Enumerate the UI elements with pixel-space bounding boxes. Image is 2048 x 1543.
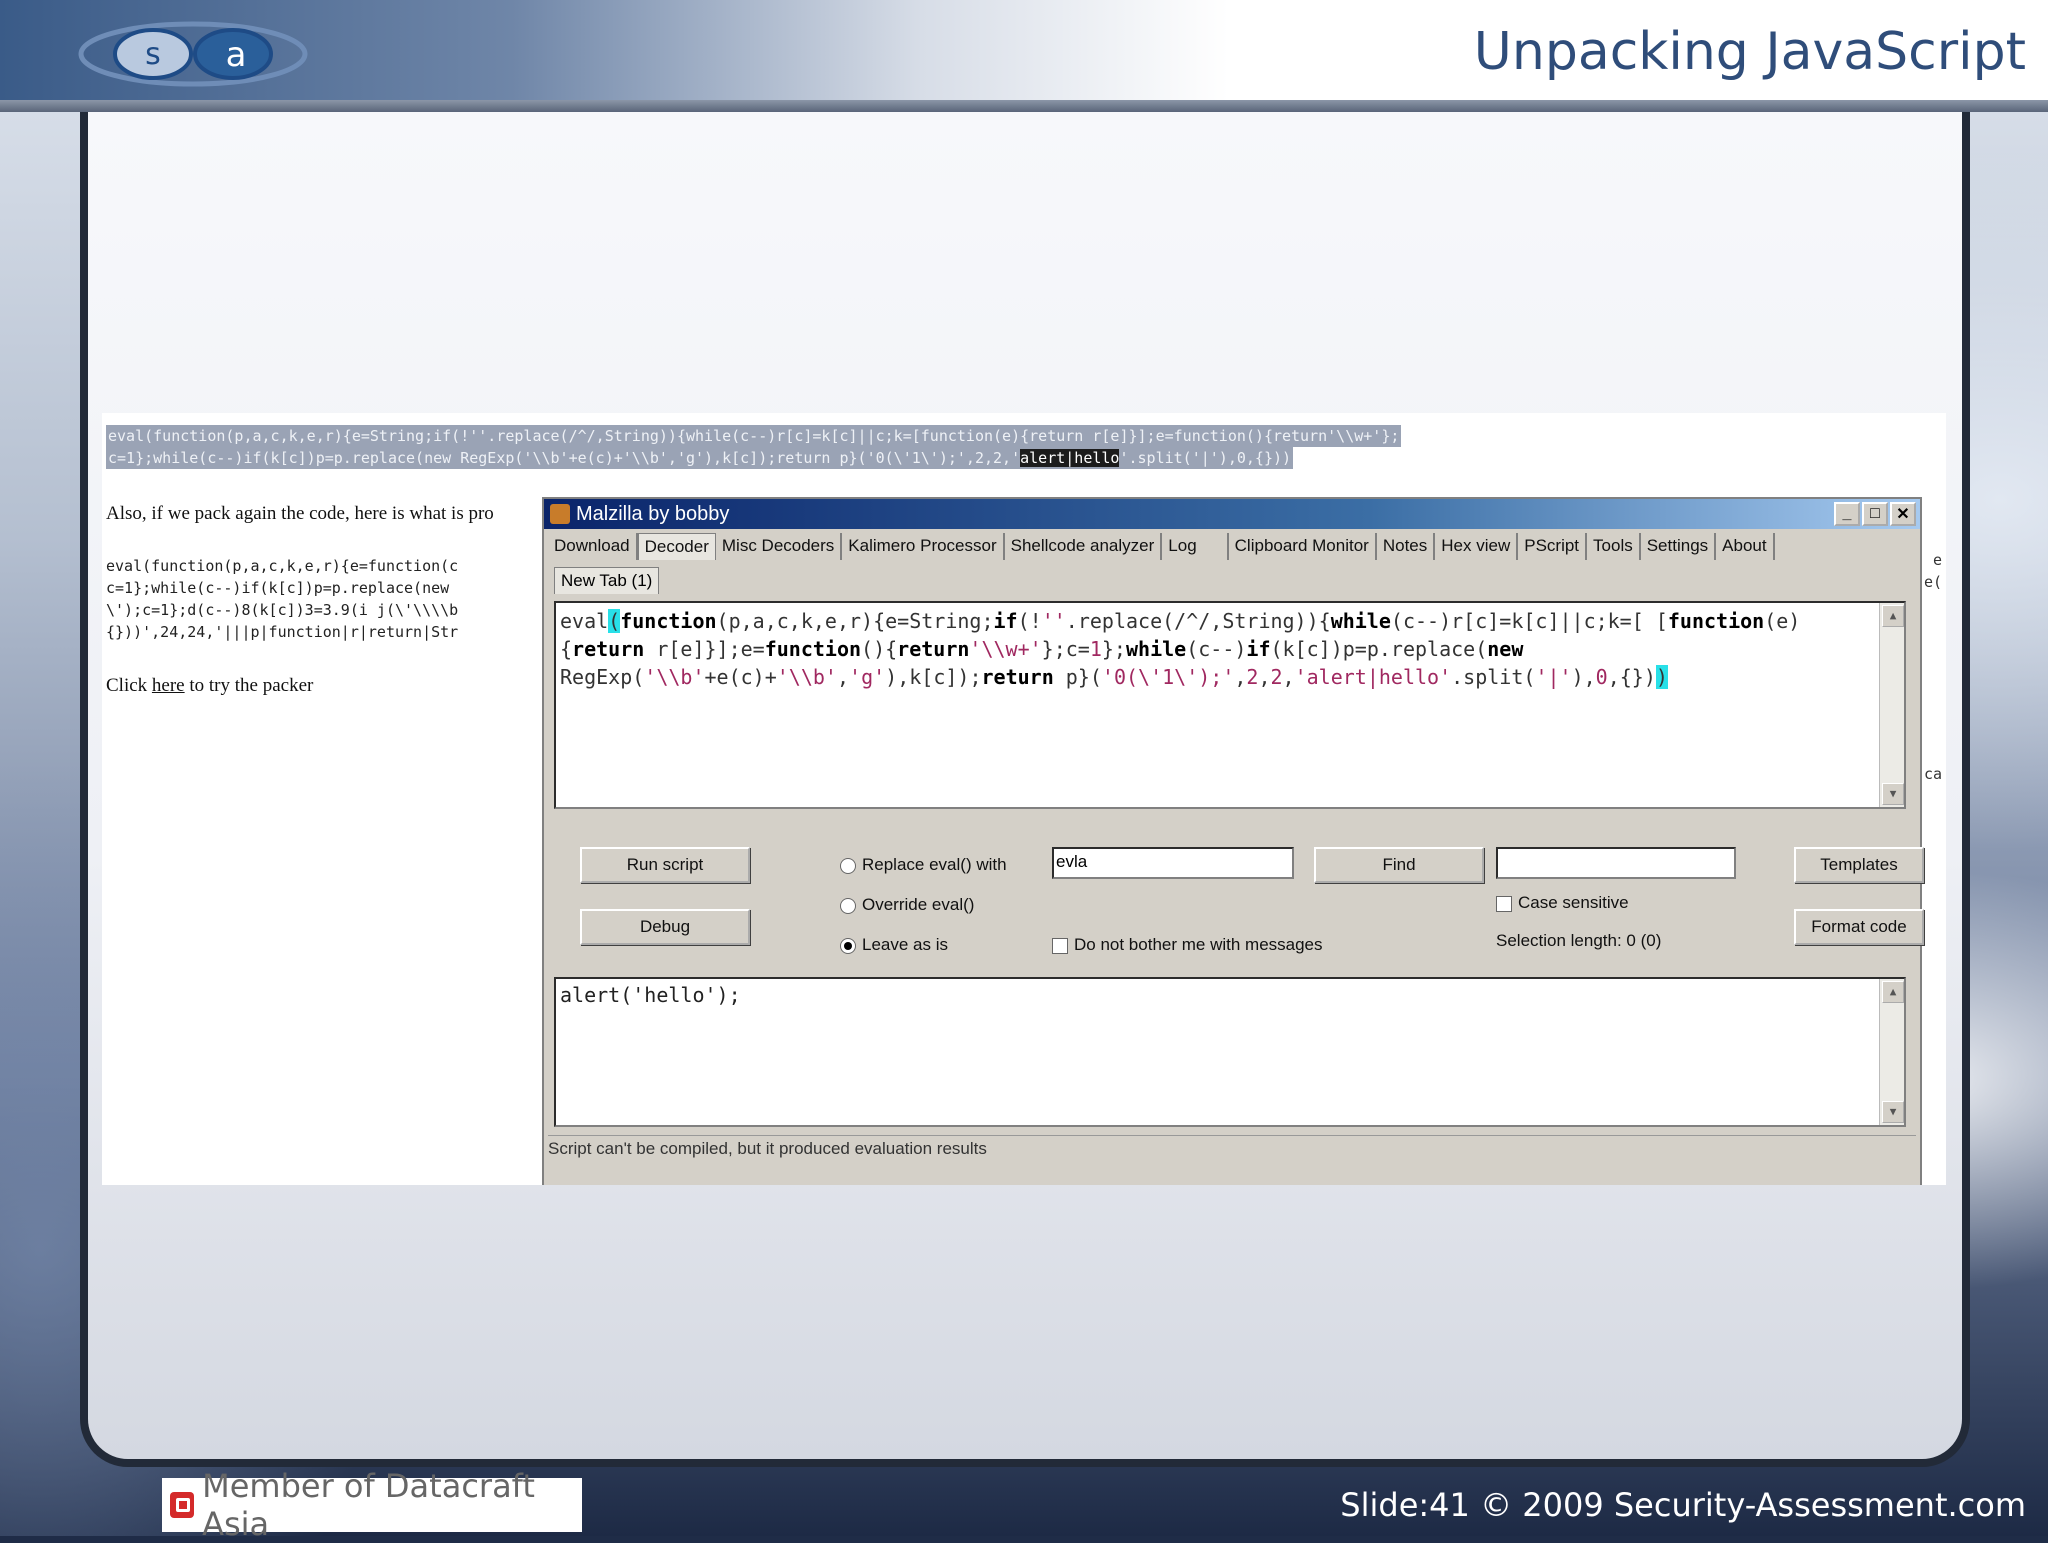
scroll-up-icon[interactable]: ▲ [1882,605,1904,627]
output-text: alert('hello'); [560,983,741,1007]
scroll-down-icon[interactable]: ▼ [1882,1101,1904,1123]
maximize-button[interactable]: □ [1862,502,1888,526]
templates-button[interactable]: Templates [1794,847,1924,883]
click-suffix: to try the packer [184,675,314,696]
logo-letter-a: a [226,35,247,75]
slide-title: Unpacking JavaScript [1473,22,2026,82]
tab-pscript[interactable]: PScript [1518,533,1588,560]
radio-override-label: Override eval() [862,895,975,914]
selection-length: Selection length: 0 (0) [1496,931,1662,950]
repacked-line: {}))',24,24,'|||p|function|r|return|Str [106,623,459,641]
radio-icon [840,897,856,914]
screenshot-area: eval(function(p,a,c,k,e,r){e=String;if(!… [102,413,1946,1185]
click-prefix: Click [106,675,152,696]
repacked-code: eval(function(p,a,c,k,e,r){e=function(c c… [106,555,458,643]
find-input[interactable] [1496,847,1736,879]
packed-highlight: alert|hello [1020,449,1120,467]
radio-override-eval[interactable]: Override eval() [840,895,974,915]
tab-decoder[interactable]: Decoder [637,533,716,560]
tab-notes[interactable]: Notes [1377,533,1436,560]
radio-replace-label: Replace eval() with [862,855,1007,874]
logo-letter-s: s [145,37,161,72]
main-tabs: Download Decoder Misc Decoders Kalimero … [544,529,1920,560]
packed-code: eval(function(p,a,c,k,e,r){e=String;if(!… [106,425,1402,469]
window-titlebar[interactable]: Malzilla by bobby _ □ ✕ [544,499,1920,529]
scroll-up-icon[interactable]: ▲ [1882,981,1904,1003]
click-text: Click here to try the packer [106,675,313,697]
output-scrollbar[interactable]: ▲ ▼ [1879,979,1904,1125]
close-button[interactable]: ✕ [1890,502,1916,526]
header-divider [0,100,2048,112]
packer-link[interactable]: here [152,675,185,696]
find-button[interactable]: Find [1314,847,1484,883]
editor-scrollbar[interactable]: ▲ ▼ [1879,603,1904,807]
packed-line-2-b: '.split('|'),0,{})) [1119,449,1292,467]
tab-settings[interactable]: Settings [1641,533,1717,560]
packed-line-1: eval(function(p,a,c,k,e,r){e=String;if(!… [106,425,1402,447]
right-edge-text-3: ca [1923,765,1942,783]
format-code-button[interactable]: Format code [1794,909,1924,945]
status-bar: Script can't be compiled, but it produce… [548,1135,1916,1162]
script-editor[interactable]: eval(function(p,a,c,k,e,r){e=String;if(!… [554,601,1906,809]
do-not-bother-checkbox[interactable]: Do not bother me with messages [1052,935,1323,955]
repacked-line: eval(function(p,a,c,k,e,r){e=function(c [106,557,459,575]
packed-line-2: c=1};while(c--)if(k[c])p=p.replace(new R… [106,447,1294,469]
slide-footer: Slide:41 © 2009 Security-Assessment.com [1340,1486,2026,1524]
tab-clipboard-monitor[interactable]: Clipboard Monitor [1229,533,1377,560]
tab-hex-view[interactable]: Hex view [1435,533,1519,560]
repacked-line: c=1};while(c--)if(k[c])p=p.replace(new [106,579,450,597]
output-textarea[interactable]: alert('hello'); ▲ ▼ [554,977,1906,1127]
right-edge-text-2: e( [1923,573,1942,591]
tab-kalimero-processor[interactable]: Kalimero Processor [842,533,1005,560]
datacraft-logo-icon [170,1492,195,1518]
datacraft-badge: Member of Datacraft Asia [162,1467,582,1543]
radio-selected-icon [840,937,856,954]
tab-shellcode-analyzer[interactable]: Shellcode analyzer [1005,533,1163,560]
debug-button[interactable]: Debug [580,909,750,945]
subtab-new-tab-1[interactable]: New Tab (1) [554,567,660,594]
window-controls: _ □ ✕ [1834,502,1920,526]
scroll-down-icon[interactable]: ▼ [1882,783,1904,805]
tab-misc-decoders[interactable]: Misc Decoders [716,533,843,560]
malzilla-app-icon [550,504,570,524]
case-sensitive-checkbox[interactable]: Case sensitive [1496,893,1629,913]
checkbox-icon [1052,937,1068,954]
malzilla-window: Malzilla by bobby _ □ ✕ Download Decoder… [542,497,1924,1185]
radio-icon [840,857,856,874]
replace-eval-input[interactable]: evla [1052,847,1294,879]
window-title: Malzilla by bobby [576,502,730,525]
checkbox-icon [1496,895,1512,912]
packed-line-2-a: c=1};while(c--)if(k[c])p=p.replace(new R… [108,449,1021,467]
do-not-bother-label: Do not bother me with messages [1074,935,1323,954]
radio-leave-as-is[interactable]: Leave as is [840,935,948,955]
right-edge-text-1: e [1932,551,1942,569]
minimize-button[interactable]: _ [1834,502,1860,526]
run-script-button[interactable]: Run script [580,847,750,883]
radio-replace-eval[interactable]: Replace eval() with [840,855,1007,875]
tab-tools[interactable]: Tools [1587,533,1641,560]
radio-leave-label: Leave as is [862,935,948,954]
repacked-line: \');c=1};d(c--)8(k[c])3=3.9(i j(\'\\\\b [106,601,459,619]
also-text: Also, if we pack again the code, here is… [106,503,494,524]
sa-logo: s a [78,21,308,87]
tab-log[interactable]: Log [1162,533,1229,560]
case-sensitive-label: Case sensitive [1518,893,1629,912]
tab-about[interactable]: About [1716,533,1775,560]
tab-download[interactable]: Download [548,533,638,560]
footer-left-text: Member of Datacraft Asia [202,1467,535,1543]
